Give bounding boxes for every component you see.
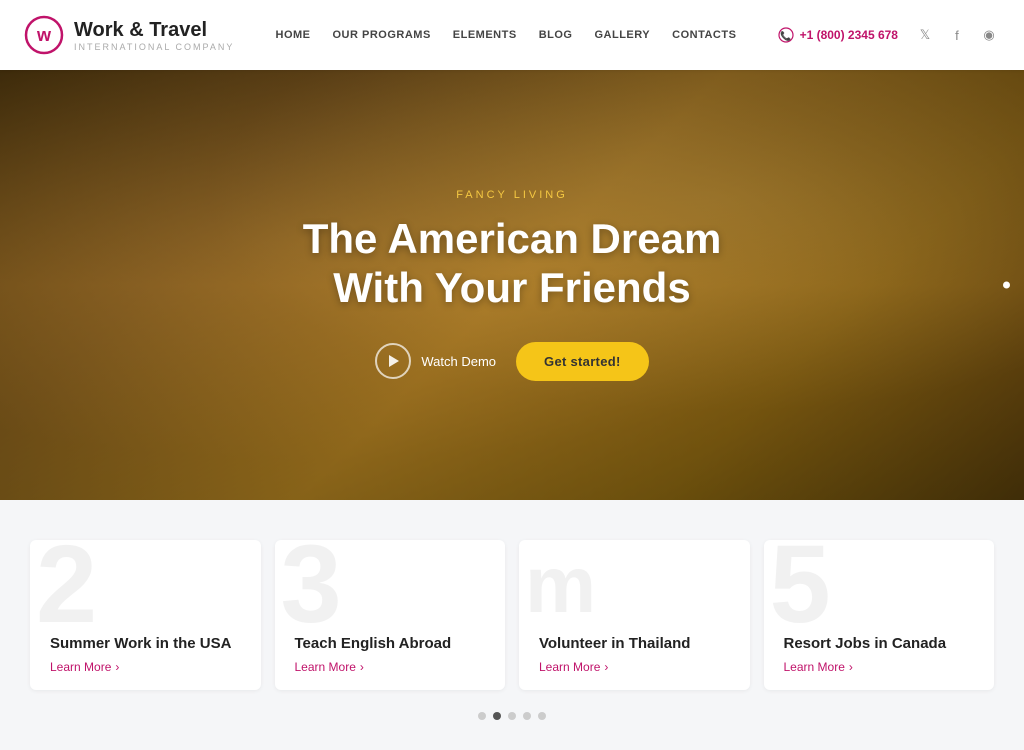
hero-section: FANCY LIVING The American Dream With You…	[0, 70, 1024, 500]
card-link-2[interactable]: Learn More ›	[295, 660, 486, 674]
phone-icon: 📞	[778, 27, 794, 43]
nav-blog[interactable]: BLOG	[539, 29, 573, 41]
card-resort-jobs: 5 Resort Jobs in Canada Learn More ›	[764, 540, 995, 690]
card-summer-work: 2 Summer Work in the USA Learn More ›	[30, 540, 261, 690]
page-dot-3[interactable]	[508, 712, 516, 720]
card-title-1: Summer Work in the USA	[50, 635, 241, 652]
card-bg-number-4: 5	[770, 540, 831, 640]
hero-eyebrow: FANCY LIVING	[303, 189, 722, 201]
facebook-icon[interactable]: f	[946, 24, 968, 46]
page-dot-2[interactable]	[493, 712, 501, 720]
instagram-icon[interactable]: ◉	[978, 24, 1000, 46]
page-dot-4[interactable]	[523, 712, 531, 720]
card-link-1[interactable]: Learn More ›	[50, 660, 241, 674]
nav-elements[interactable]: ELEMENTS	[453, 29, 517, 41]
chevron-right-icon: ›	[604, 660, 608, 674]
page-dot-5[interactable]	[538, 712, 546, 720]
twitter-icon[interactable]: 𝕏	[914, 24, 936, 46]
card-bg-number-1: 2	[36, 540, 97, 640]
hero-buttons: Watch Demo Get started!	[303, 342, 722, 381]
svg-text:📞: 📞	[780, 30, 792, 41]
hero-content: FANCY LIVING The American Dream With You…	[303, 189, 722, 381]
nav-gallery[interactable]: GALLERY	[594, 29, 650, 41]
chevron-right-icon: ›	[360, 660, 364, 674]
main-nav: HOME OUR PROGRAMS ELEMENTS BLOG GALLERY …	[276, 29, 737, 41]
header-right: 📞 +1 (800) 2345 678 𝕏 f ◉	[778, 24, 1000, 46]
get-started-button[interactable]: Get started!	[516, 342, 649, 381]
card-volunteer-thailand: m Volunteer in Thailand Learn More ›	[519, 540, 750, 690]
card-link-3[interactable]: Learn More ›	[539, 660, 730, 674]
card-title-3: Volunteer in Thailand	[539, 635, 730, 652]
card-bg-number-2: 3	[281, 540, 342, 640]
svg-text:w: w	[36, 25, 52, 45]
logo[interactable]: w Work & Travel International Company	[24, 15, 234, 55]
social-links: 𝕏 f ◉	[914, 24, 1000, 46]
card-title-4: Resort Jobs in Canada	[784, 635, 975, 652]
pagination	[478, 712, 546, 720]
hero-title: The American Dream With Your Friends	[303, 215, 722, 312]
play-icon	[389, 355, 399, 367]
nav-home[interactable]: HOME	[276, 29, 311, 41]
play-circle	[375, 343, 411, 379]
card-bg-number-3: m	[525, 545, 596, 625]
card-title-2: Teach English Abroad	[295, 635, 486, 652]
programs-section: 2 Summer Work in the USA Learn More › 3 …	[0, 500, 1024, 750]
logo-subtitle: International Company	[74, 42, 234, 52]
nav-contacts[interactable]: CONTACTS	[672, 29, 736, 41]
phone[interactable]: 📞 +1 (800) 2345 678	[778, 27, 898, 43]
chevron-right-icon: ›	[849, 660, 853, 674]
watch-demo-button[interactable]: Watch Demo	[375, 343, 496, 379]
header: w Work & Travel International Company HO…	[0, 0, 1024, 70]
logo-title: Work & Travel	[74, 18, 234, 42]
page-dot-1[interactable]	[478, 712, 486, 720]
card-link-4[interactable]: Learn More ›	[784, 660, 975, 674]
program-cards: 2 Summer Work in the USA Learn More › 3 …	[30, 540, 994, 690]
hero-slider-dots	[1003, 282, 1010, 289]
slider-dot-1[interactable]	[1003, 282, 1010, 289]
chevron-right-icon: ›	[115, 660, 119, 674]
nav-programs[interactable]: OUR PROGRAMS	[333, 29, 431, 41]
card-teach-english: 3 Teach English Abroad Learn More ›	[275, 540, 506, 690]
logo-icon: w	[24, 15, 64, 55]
